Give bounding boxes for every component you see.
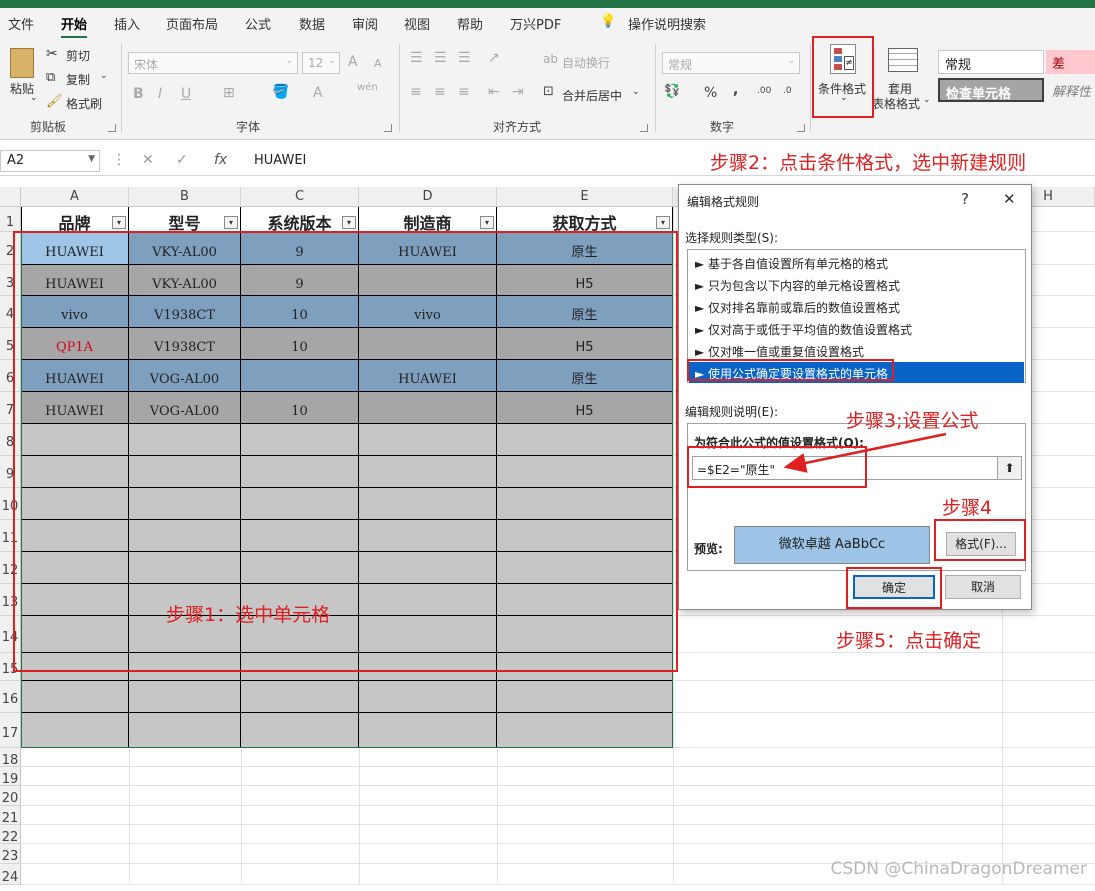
annotation-step3: 步骤3;设置公式 [846, 410, 979, 432]
annotation-step1: 步骤1：选中单元格 [166, 604, 331, 626]
watermark: CSDN @ChinaDragonDreamer [830, 859, 1088, 879]
annotation-arrow [783, 432, 947, 473]
annotation-step2: 步骤2：点击条件格式，选中新建规则 [710, 152, 1027, 174]
annotation-step5: 步骤5：点击确定 [836, 630, 982, 652]
annotation-step4: 步骤4 [942, 497, 993, 519]
